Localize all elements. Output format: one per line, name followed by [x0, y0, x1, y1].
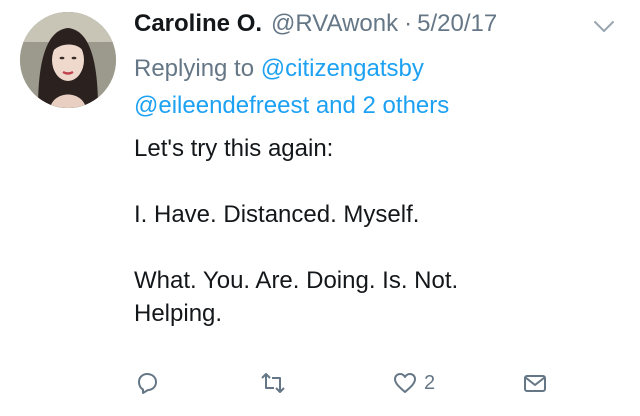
reply-icon — [134, 370, 160, 396]
tweet-text-line: I. Have. Distanced. Myself. — [134, 201, 420, 228]
envelope-icon — [522, 370, 548, 396]
tweet-header: Caroline O. @RVAwonk · 5/20/17 — [134, 10, 497, 44]
retweet-button[interactable] — [260, 370, 286, 396]
tweet-text: Let's try this again: I. Have. Distanced… — [134, 132, 614, 330]
tweet-text-line: Let's try this again: — [134, 135, 334, 162]
avatar[interactable] — [20, 12, 116, 108]
tweet-date[interactable]: 5/20/17 — [417, 10, 497, 38]
tweet-text-line: What. You. Are. Doing. Is. Not. — [134, 267, 459, 294]
like-count: 2 — [424, 371, 436, 394]
tweet-text-line: Helping. — [134, 300, 223, 327]
direct-message-button[interactable] — [522, 370, 548, 396]
like-button[interactable]: 2 — [392, 370, 435, 396]
reply-button[interactable] — [134, 370, 160, 396]
reply-others-link[interactable]: 2 others — [363, 92, 450, 119]
author-name[interactable]: Caroline O. — [134, 10, 262, 38]
replying-to: Replying to @citizengatsby @eileendefree… — [134, 50, 614, 124]
tweet-card[interactable]: Caroline O. @RVAwonk · 5/20/17 Replying … — [0, 0, 640, 416]
chevron-down-icon[interactable] — [593, 20, 615, 34]
mention-link[interactable]: @eileendefreest — [134, 92, 309, 119]
mention-link[interactable]: @citizengatsby — [261, 55, 424, 82]
action-bar: 2 — [0, 360, 640, 400]
retweet-icon — [260, 370, 286, 396]
replying-prefix: Replying to — [134, 55, 255, 82]
header-separator: · — [404, 10, 413, 37]
reply-and[interactable]: and — [316, 92, 356, 119]
heart-icon — [392, 370, 418, 396]
author-handle[interactable]: @RVAwonk — [271, 10, 398, 38]
